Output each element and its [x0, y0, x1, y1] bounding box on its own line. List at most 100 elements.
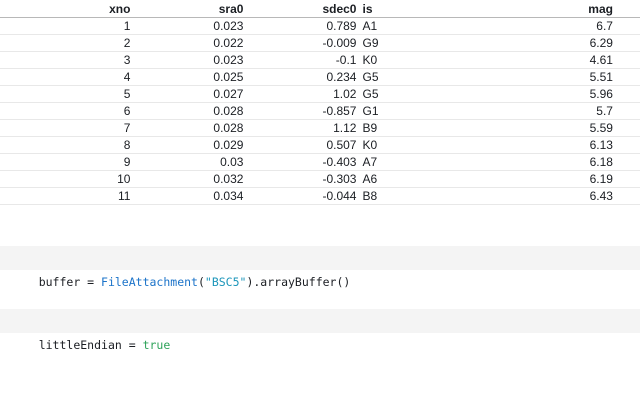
data-table: xno sra0 sdec0 is mag xrpm 10.0230.789A1… — [0, 0, 640, 207]
table-cell-sra0: 0.03 — [130, 153, 244, 171]
table-cell-xrpm: 0 — [612, 187, 640, 205]
table-cell-sra0: 0.029 — [130, 136, 244, 154]
table-cell-xno: 7 — [0, 119, 131, 137]
table-cell-is: K0 — [356, 51, 470, 69]
table-cell-is: G1 — [356, 102, 470, 120]
column-header-sdec0[interactable]: sdec0 — [243, 0, 357, 18]
table-cell-sdec0: -0.009 — [243, 34, 357, 52]
table-cell-sra0: 0.022 — [130, 34, 244, 52]
table-cell-sdec0: 0.507 — [243, 136, 357, 154]
table-cell-sra0: 0.023 — [130, 17, 244, 35]
table-row: 100.032-0.303A66.19-0 — [0, 170, 640, 188]
table-row: 80.0290.507K06.130 — [0, 136, 640, 154]
table-cell-xno: 4 — [0, 68, 131, 86]
table-cell-is: A1 — [356, 17, 470, 35]
table-cell-xno: 10 — [0, 170, 131, 188]
column-header-xno[interactable]: xno — [0, 0, 131, 18]
table-cell-is: A6 — [356, 170, 470, 188]
table-cell-sra0: 0.025 — [130, 68, 244, 86]
table-row: 90.03-0.403A76.180 — [0, 153, 640, 171]
table-cell-is: B9 — [356, 119, 470, 137]
string-argument: "BSC5" — [204, 275, 247, 289]
table-cell-sdec0: 0.789 — [243, 17, 357, 35]
table-cell-sdec0: 1.12 — [243, 119, 357, 137]
table-row: 40.0250.234G55.510 — [0, 68, 640, 86]
table-cell-xrpm: -0 — [612, 51, 640, 69]
table-cell-sdec0: -0.403 — [243, 153, 357, 171]
table-cell-mag: 5.59 — [469, 119, 613, 137]
table-cell-sdec0: 0.234 — [243, 68, 357, 86]
table-cell-mag: 6.19 — [469, 170, 613, 188]
table-cell-xno: 9 — [0, 153, 131, 171]
table-cell-mag: 5.84 — [469, 204, 613, 207]
table-cell-xno: 5 — [0, 85, 131, 103]
data-table-view[interactable]: xno sra0 sdec0 is mag xrpm 10.0230.789A1… — [0, 0, 640, 207]
table-cell-mag: 6.18 — [469, 153, 613, 171]
table-cell-xno: 1 — [0, 17, 131, 35]
column-header-is[interactable]: is — [356, 0, 470, 18]
table-cell-mag: 4.61 — [469, 51, 613, 69]
table-cell-xrpm: 0 — [612, 102, 640, 120]
table-row: 30.023-0.1K04.61-0 — [0, 51, 640, 69]
table-cell-is: A3 — [356, 204, 470, 207]
table-cell-mag: 6.7 — [469, 17, 613, 35]
column-header-xrpm[interactable]: xrpm — [612, 0, 640, 18]
table-cell-xrpm: -0 — [612, 170, 640, 188]
table-row: 120.0340.292A35.840 — [0, 204, 640, 207]
table-cell-mag: 6.43 — [469, 187, 613, 205]
table-cell-sra0: 0.034 — [130, 187, 244, 205]
table-cell-xrpm: 0 — [612, 34, 640, 52]
table-cell-sdec0: 1.02 — [243, 85, 357, 103]
table-cell-is: A7 — [356, 153, 470, 171]
method-call: ).arrayBuffer() — [246, 275, 351, 289]
table-cell-xno: 3 — [0, 51, 131, 69]
table-row: 10.0230.789A16.7-0 — [0, 17, 640, 35]
table-cell-sra0: 0.028 — [130, 119, 244, 137]
table-cell-sra0: 0.028 — [130, 102, 244, 120]
little-endian-source-cell[interactable]: littleEndian = true — [0, 309, 640, 352]
table-cell-sdec0: -0.303 — [243, 170, 357, 188]
table-cell-mag: 5.96 — [469, 85, 613, 103]
table-cell-is: G5 — [356, 85, 470, 103]
table-row: 60.028-0.857G15.70 — [0, 102, 640, 120]
table-cell-xrpm: 0 — [612, 136, 640, 154]
table-cell-is: K0 — [356, 136, 470, 154]
table-cell-xrpm: 0 — [612, 119, 640, 137]
table-cell-sra0: 0.023 — [130, 51, 244, 69]
table-cell-xno: 2 — [0, 34, 131, 52]
table-cell-xno: 11 — [0, 187, 131, 205]
table-cell-is: G5 — [356, 68, 470, 86]
table-cell-xno: 12 — [0, 204, 131, 207]
table-row: 20.022-0.009G96.290 — [0, 34, 640, 52]
table-cell-mag: 5.7 — [469, 102, 613, 120]
table-cell-sdec0: -0.1 — [243, 51, 357, 69]
column-header-mag[interactable]: mag — [469, 0, 613, 18]
table-cell-xrpm: -0 — [612, 17, 640, 35]
table-cell-xrpm: 0 — [612, 153, 640, 171]
table-cell-xno: 6 — [0, 102, 131, 120]
buffer-source-cell[interactable]: buffer = FileAttachment("BSC5").arrayBuf… — [0, 246, 640, 289]
table-cell-mag: 6.29 — [469, 34, 613, 52]
table-row: 110.034-0.044B86.430 — [0, 187, 640, 205]
paren-open: ( — [197, 275, 205, 289]
table-cell-is: G9 — [356, 34, 470, 52]
table-cell-mag: 5.51 — [469, 68, 613, 86]
table-cell-xrpm: 0 — [612, 204, 640, 207]
table-cell-sra0: 0.032 — [130, 170, 244, 188]
column-header-sra0[interactable]: sra0 — [130, 0, 244, 18]
table-cell-sdec0: -0.857 — [243, 102, 357, 120]
table-cell-xrpm: 0 — [612, 85, 640, 103]
table-cell-sra0: 0.034 — [130, 204, 244, 207]
variable-name: littleEndian — [38, 338, 122, 352]
table-cell-xno: 8 — [0, 136, 131, 154]
table-cell-xrpm: 0 — [612, 68, 640, 86]
table-cell-mag: 6.13 — [469, 136, 613, 154]
assign-operator: = — [121, 338, 143, 352]
boolean-value: true — [142, 338, 171, 352]
table-row: 70.0281.12B95.590 — [0, 119, 640, 137]
table-cell-is: B8 — [356, 187, 470, 205]
table-cell-sdec0: 0.292 — [243, 204, 357, 207]
table-cell-sdec0: -0.044 — [243, 187, 357, 205]
table-row: 50.0271.02G55.960 — [0, 85, 640, 103]
table-cell-sra0: 0.027 — [130, 85, 244, 103]
